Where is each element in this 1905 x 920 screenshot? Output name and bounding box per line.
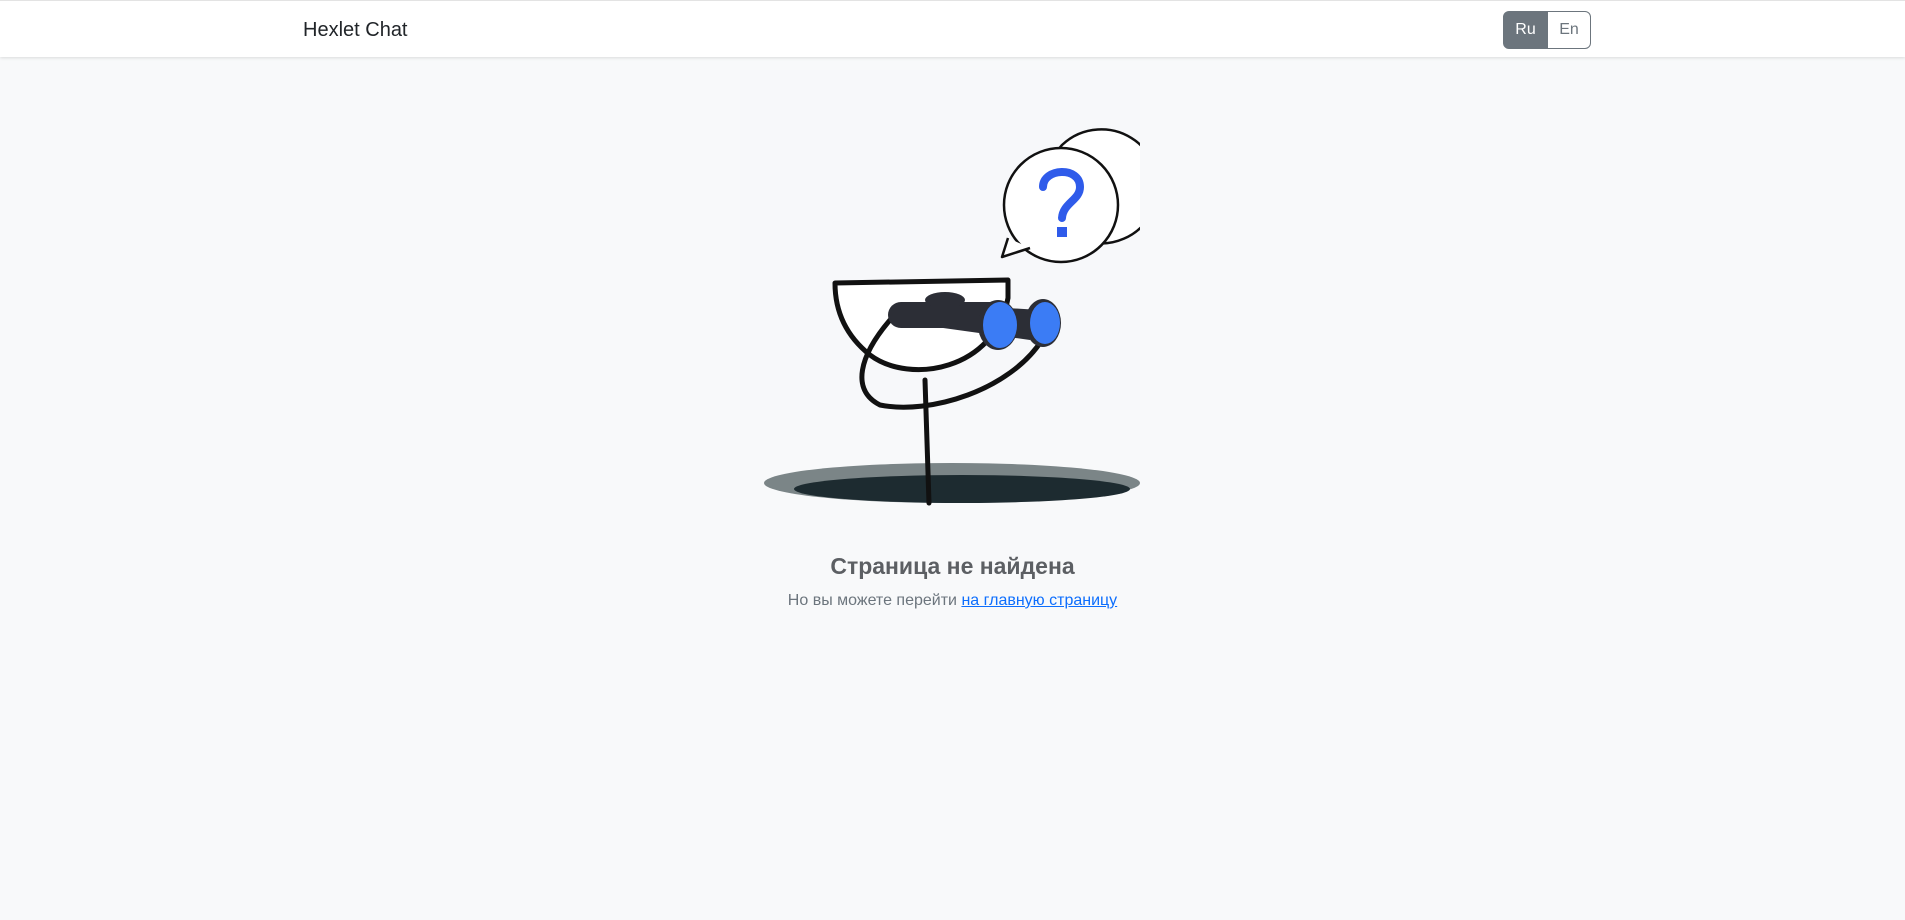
home-link[interactable]: на главную страницу — [961, 592, 1117, 609]
brand-link[interactable]: Hexlet Chat — [303, 18, 408, 42]
language-switcher: Ru En — [1503, 11, 1591, 49]
navbar: Hexlet Chat Ru En — [0, 0, 1905, 57]
lang-ru-button[interactable]: Ru — [1503, 11, 1548, 49]
not-found-illustration — [740, 70, 1140, 506]
page-subtitle: Но вы можете перейти на главную страницу — [0, 592, 1905, 610]
lang-en-button[interactable]: En — [1547, 11, 1591, 49]
subtitle-text: Но вы можете перейти — [787, 592, 962, 609]
page-title: Страница не найдена — [830, 553, 1075, 579]
hole-icon — [764, 463, 1140, 503]
